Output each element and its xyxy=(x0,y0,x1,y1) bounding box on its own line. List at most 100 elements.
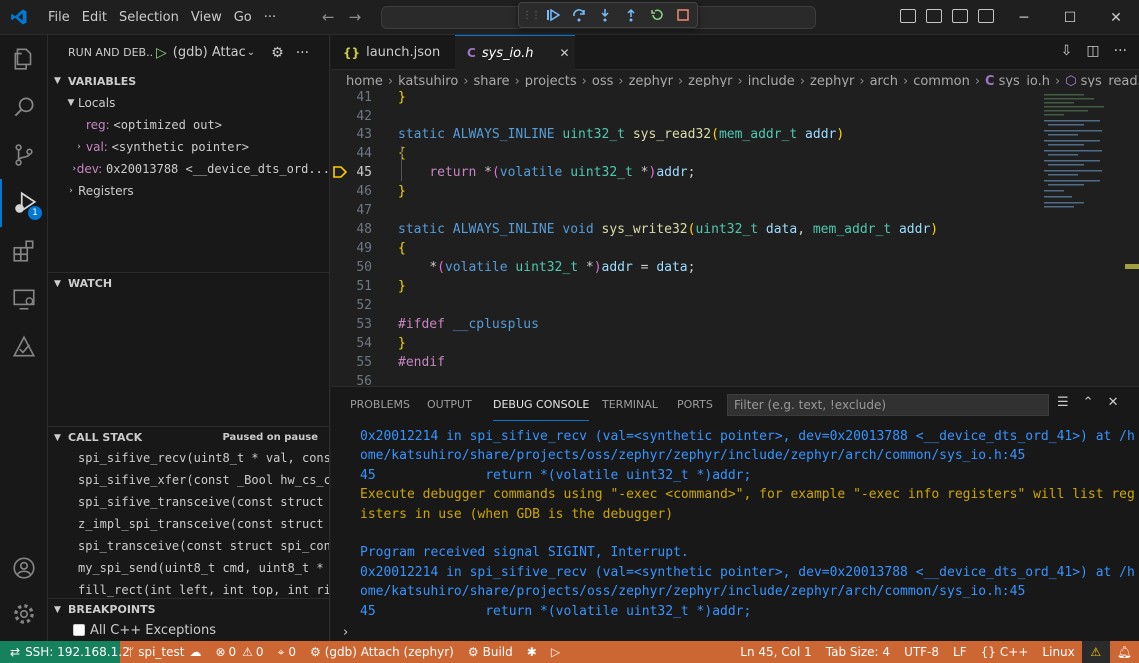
radio-tower-icon: ⌖ xyxy=(277,644,285,659)
menu-edit[interactable]: Edit xyxy=(76,10,113,25)
menu-view[interactable]: View xyxy=(185,10,228,25)
tab-terminal[interactable]: TERMINAL xyxy=(602,387,658,422)
run-button[interactable]: ▷ xyxy=(544,645,567,659)
menu-file[interactable]: File xyxy=(42,10,76,25)
platform[interactable]: Linux xyxy=(1035,645,1081,659)
locals-scope[interactable]: ▼ Locals xyxy=(48,92,329,114)
tab-launch-json[interactable]: {} launch.json xyxy=(331,35,455,70)
more-actions-icon[interactable]: ··· xyxy=(1114,43,1127,59)
indentation[interactable]: Tab Size: 4 xyxy=(819,645,897,659)
braces-icon: {} xyxy=(980,645,996,659)
accounts-icon[interactable] xyxy=(0,544,48,592)
debug-console-output[interactable]: 0x20012214 in spi_sifive_recv (val=<synt… xyxy=(360,427,1135,621)
back-arrow-icon[interactable]: ← xyxy=(322,8,335,26)
step-into-icon[interactable] xyxy=(596,7,613,24)
step-over-icon[interactable] xyxy=(570,7,587,24)
code-editor[interactable]: 41} 42 43 static ALWAYS_INLINE uint32_t s… xyxy=(331,87,1139,386)
toggle-panel-icon[interactable] xyxy=(926,9,942,23)
bug-icon: ✱ xyxy=(526,645,537,659)
source-control-icon[interactable] xyxy=(0,131,48,179)
remote-icon: ⇄ xyxy=(10,645,21,659)
step-out-icon[interactable] xyxy=(622,7,639,24)
compare-changes-icon[interactable]: ⇩ xyxy=(1061,43,1073,59)
remote-explorer-icon[interactable] xyxy=(0,275,48,323)
restart-icon[interactable] xyxy=(648,7,665,24)
stack-frame[interactable]: spi_sifive_recv(uint8_t * val, const xyxy=(78,447,329,469)
tab-sys-io-h[interactable]: C sys_io.h ✕ xyxy=(455,35,575,70)
stack-frame[interactable]: z_impl_spi_transceive(const struct s xyxy=(78,513,329,535)
menu-selection[interactable]: Selection xyxy=(113,10,185,25)
encoding[interactable]: UTF-8 xyxy=(897,645,946,659)
stack-frame[interactable]: spi_sifive_xfer(const _Bool hw_cs_co xyxy=(78,469,329,491)
debug-config-indicator[interactable]: ⚙ (gdb) Attach (zephyr) xyxy=(303,645,461,659)
run-and-debug-icon[interactable]: 1 xyxy=(0,179,48,227)
menu-bar: File Edit Selection View Go ··· xyxy=(42,0,282,35)
call-stack-section-header[interactable]: ▼ CALL STACK Paused on pause xyxy=(48,426,329,448)
toggle-secondary-sidebar-icon[interactable] xyxy=(952,9,968,23)
tab-problems[interactable]: PROBLEMS xyxy=(350,387,410,422)
stack-frame[interactable]: spi_sifive_transceive(const struct d xyxy=(78,491,329,513)
language-mode[interactable]: {} C++ xyxy=(974,645,1036,659)
build-button[interactable]: ⚙ Build xyxy=(461,645,520,659)
close-window-icon[interactable]: ✕ xyxy=(1093,0,1139,35)
clear-console-icon[interactable]: ☰ xyxy=(1057,395,1069,410)
debug-config-select[interactable]: (gdb) Attac xyxy=(173,45,245,60)
search-icon[interactable] xyxy=(0,83,48,131)
chevron-right-icon: › xyxy=(69,186,73,196)
explorer-icon[interactable] xyxy=(0,35,48,83)
breakpoint-item[interactable]: All C++ Exceptions xyxy=(48,619,329,641)
branch-indicator[interactable]: ᛘ spi_test ☁ xyxy=(120,645,208,659)
registers-scope[interactable]: › Registers xyxy=(48,180,329,202)
cursor-position[interactable]: Ln 45, Col 1 xyxy=(733,645,819,659)
variable-row[interactable]: › dev: 0x20013788 <__device_dts_ord... xyxy=(48,158,329,180)
end-of-line[interactable]: LF xyxy=(946,645,974,659)
breakpoints-section-header[interactable]: ▼ BREAKPOINTS xyxy=(48,598,329,620)
variable-row[interactable]: reg: <optimized out> xyxy=(48,114,329,136)
tab-debug-console[interactable]: DEBUG CONSOLE xyxy=(493,388,590,421)
stack-frame[interactable]: spi_transceive(const struct spi_conf xyxy=(78,535,329,557)
chevron-down-icon[interactable]: ⌄ xyxy=(247,47,255,58)
maximize-panel-icon[interactable]: ⌃ xyxy=(1083,395,1094,410)
menu-more[interactable]: ··· xyxy=(258,10,282,25)
console-line: isters in use (when GDB is the debugger) xyxy=(360,506,674,522)
start-debugging-icon[interactable]: ▷ xyxy=(156,45,167,61)
ports-indicator[interactable]: ⌖ 0 xyxy=(271,645,303,660)
console-prompt-icon[interactable]: › xyxy=(343,625,348,640)
continue-icon[interactable] xyxy=(544,7,561,24)
watch-section-header[interactable]: ▼ WATCH xyxy=(48,272,329,294)
gear-icon[interactable]: ⚙ xyxy=(271,45,284,61)
menu-go[interactable]: Go xyxy=(228,10,258,25)
remote-indicator[interactable]: ⇄ SSH: 192.168.1.2 xyxy=(0,641,130,663)
status-bar: ⇄ SSH: 192.168.1.2 ᛘ spi_test ☁ ⊗ 0 ⚠ 0 ⌖ 0… xyxy=(0,641,1139,663)
stack-frame[interactable]: my_spi_send(uint8_t cmd, uint8_t * d xyxy=(78,557,329,579)
console-line: 45 return *(volatile uint32_t *)addr; xyxy=(360,467,752,483)
minimize-icon[interactable]: ─ xyxy=(1001,0,1047,35)
console-line: Program received signal SIGINT, Interrup… xyxy=(360,545,689,561)
minimap[interactable] xyxy=(1040,92,1128,386)
git-branch-icon: ᛘ xyxy=(127,645,135,659)
toggle-primary-sidebar-icon[interactable] xyxy=(900,9,916,23)
close-icon[interactable]: ✕ xyxy=(560,46,570,60)
extensions-icon[interactable] xyxy=(0,227,48,275)
variables-section-header[interactable]: ▼ VARIABLES xyxy=(48,70,329,92)
problems-indicator[interactable]: ⊗ 0 ⚠ 0 xyxy=(208,645,270,659)
gear-icon[interactable] xyxy=(0,590,48,638)
debug-bug-button[interactable]: ✱ xyxy=(520,645,544,659)
breakpoint-checkbox[interactable] xyxy=(73,624,85,636)
split-editor-icon[interactable]: ◫ xyxy=(1086,43,1099,59)
disconnect-icon[interactable] xyxy=(674,7,691,24)
close-panel-icon[interactable]: ✕ xyxy=(1108,395,1119,410)
tab-ports[interactable]: PORTS xyxy=(677,387,713,422)
variable-row[interactable]: › val: <synthetic pointer> xyxy=(48,136,329,158)
customize-layout-icon[interactable] xyxy=(978,9,994,23)
forward-arrow-icon[interactable]: → xyxy=(349,8,362,26)
chevron-down-icon: ▼ xyxy=(54,76,61,86)
testing-icon[interactable] xyxy=(0,323,48,371)
more-actions-icon[interactable]: ··· xyxy=(296,45,309,61)
console-filter-input[interactable]: Filter (e.g. text, !exclude) xyxy=(727,394,1049,416)
maximize-icon[interactable]: ☐ xyxy=(1047,0,1093,35)
drag-grip-icon[interactable]: ⋮⋮ xyxy=(522,7,541,24)
notifications-icon[interactable]: 🔔︎ xyxy=(1110,645,1139,659)
warning-icon[interactable]: ⚠ xyxy=(1081,641,1110,663)
tab-output[interactable]: OUTPUT xyxy=(427,387,472,422)
